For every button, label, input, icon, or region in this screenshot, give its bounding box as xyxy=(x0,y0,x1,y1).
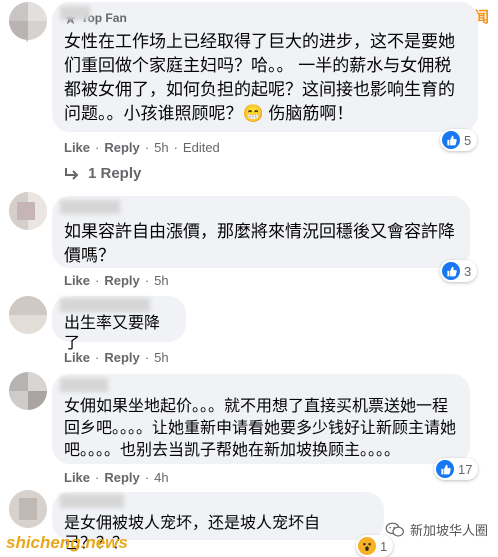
name-redaction xyxy=(60,298,150,312)
like-reaction-icon xyxy=(442,262,460,280)
wow-reaction-icon xyxy=(358,537,376,555)
view-replies-link[interactable]: 1 Reply xyxy=(64,165,141,182)
reaction-count[interactable]: 3 xyxy=(440,260,478,282)
timestamp[interactable]: 5h xyxy=(154,140,168,155)
comment-meta: Like · Reply · 5h xyxy=(64,350,169,365)
watermark-bottom-left: shicheng.news xyxy=(6,533,128,552)
edited-label[interactable]: Edited xyxy=(183,140,220,155)
watermark-bottom-right: 新加坡华人圈 xyxy=(385,520,488,539)
comment-meta: Like · Reply · 5h · Edited xyxy=(64,140,220,155)
avatar[interactable] xyxy=(9,490,47,528)
name-redaction xyxy=(60,6,90,20)
name-redaction xyxy=(60,494,124,508)
comment-bubble: 女佣如果坐地起价。。。就不用想了直接买机票送她一程回乡吧。。。。让她重新申请看她… xyxy=(52,374,470,464)
reply-link[interactable]: Reply xyxy=(104,273,139,288)
timestamp[interactable]: 5h xyxy=(154,273,168,288)
avatar[interactable] xyxy=(9,372,47,410)
avatar[interactable] xyxy=(9,192,47,230)
like-reaction-icon xyxy=(442,131,460,149)
wechat-icon xyxy=(385,522,404,537)
like-link[interactable]: Like xyxy=(64,273,90,288)
comment-text: 如果容許自由漲價，那麼將來情況回穩後又會容許降價嗎？ xyxy=(64,222,455,265)
comment-text: 出生率又要降了 xyxy=(64,315,161,352)
reply-link[interactable]: Reply xyxy=(104,140,139,155)
like-reaction-icon xyxy=(436,460,454,478)
like-link[interactable]: Like xyxy=(64,350,90,365)
like-link[interactable]: Like xyxy=(64,140,90,155)
comment-meta: Like · Reply · 5h xyxy=(64,273,169,288)
reply-arrow-icon xyxy=(65,167,79,180)
reaction-count[interactable]: 17 xyxy=(434,458,479,480)
comment-text: 女佣如果坐地起价。。。就不用想了直接买机票送她一程回乡吧。。。。让她重新申请看她… xyxy=(64,398,457,459)
comment-bubble: Top Fan 女性在工作场上已经取得了巨大的进步，这不是要她们重回做个家庭主妇… xyxy=(52,2,478,132)
comment-meta: Like · Reply · 4h xyxy=(64,470,169,485)
reply-link[interactable]: Reply xyxy=(104,470,139,485)
timestamp[interactable]: 5h xyxy=(154,350,168,365)
comment-text: 女性在工作场上已经取得了巨大的进步，这不是要她们重回做个家庭主妇吗？哈。。 一半… xyxy=(64,32,455,123)
timestamp[interactable]: 4h xyxy=(154,470,168,485)
reaction-count[interactable]: 5 xyxy=(440,129,478,151)
thread-line xyxy=(26,40,28,42)
name-redaction xyxy=(60,200,120,214)
avatar[interactable] xyxy=(9,296,47,334)
avatar[interactable] xyxy=(9,2,47,40)
reply-link[interactable]: Reply xyxy=(104,350,139,365)
name-redaction xyxy=(60,378,108,392)
like-link[interactable]: Like xyxy=(64,470,90,485)
top-fan-badge: Top Fan xyxy=(64,10,466,26)
